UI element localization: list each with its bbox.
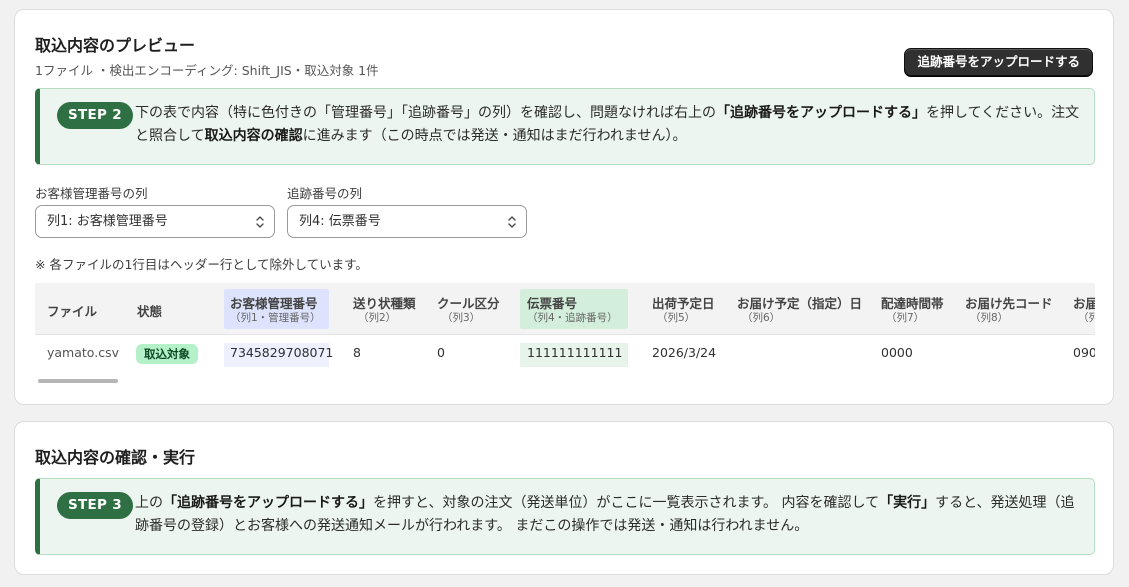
confirm-title: 取込内容の確認・実行 [35, 448, 196, 467]
tracking-col-value: 列4: 伝票番号 [299, 214, 381, 229]
step2-badge: STEP 2 [57, 102, 133, 129]
tracking-col-select[interactable]: 列4: 伝票番号 [287, 205, 527, 238]
step3-callout: STEP 3 上の「追跡番号をアップロードする」を押すと、対象の注文（発送単位）… [35, 478, 1095, 555]
customer-col-label: お客様管理番号の列 [35, 186, 148, 201]
customer-col-select[interactable]: 列1: お客様管理番号 [35, 205, 275, 238]
header-row-note: ※ 各ファイルの1行目はヘッダー行として除外しています。 [35, 257, 368, 272]
tracking-col-label: 追跡番号の列 [287, 186, 363, 201]
preview-card: 取込内容のプレビュー 1ファイル ・検出エンコーディング: Shift_JIS・… [14, 9, 1114, 405]
cell-tracking: 111111111111 [527, 345, 623, 360]
preview-table[interactable]: ファイル 状態 お客様管理番号 （列1・管理番号） 送り状種類 （列2） クール区分… [35, 283, 1095, 389]
cell-customer-no: 7345829708071 [230, 345, 334, 360]
step3-badge: STEP 3 [57, 492, 133, 519]
horizontal-scrollbar[interactable] [38, 379, 118, 383]
status-badge: 取込対象 [136, 344, 198, 364]
cell-next-col: 090 [1073, 345, 1095, 360]
step2-callout: STEP 2 下の表で内容（特に色付きの「管理番号」「追跡番号」の列）を確認し、… [35, 88, 1095, 165]
cell-time-slot: 0000 [881, 345, 913, 360]
upload-tracking-button[interactable]: 追跡番号をアップロードする [904, 48, 1093, 76]
cell-slip-type: 8 [353, 345, 361, 360]
customer-col-value: 列1: お客様管理番号 [47, 214, 168, 229]
cell-ship-date: 2026/3/24 [652, 345, 717, 360]
cell-cool: 0 [437, 345, 445, 360]
cell-file: yamato.csv [47, 345, 119, 360]
confirm-card: 取込内容の確認・実行 STEP 3 上の「追跡番号をアップロードする」を押すと、… [14, 421, 1114, 575]
select-chevron-icon [508, 216, 516, 228]
step3-text: 上の「追跡番号をアップロードする」を押すと、対象の注文（発送単位）がここに一覧表… [135, 495, 1075, 534]
select-chevron-icon [256, 216, 264, 228]
step2-text: 下の表で内容（特に色付きの「管理番号」「追跡番号」の列）を確認し、問題なければ右… [135, 105, 1080, 144]
preview-title: 取込内容のプレビュー [35, 36, 196, 55]
preview-subtitle: 1ファイル ・検出エンコーディング: Shift_JIS・取込対象 1件 [35, 63, 379, 78]
